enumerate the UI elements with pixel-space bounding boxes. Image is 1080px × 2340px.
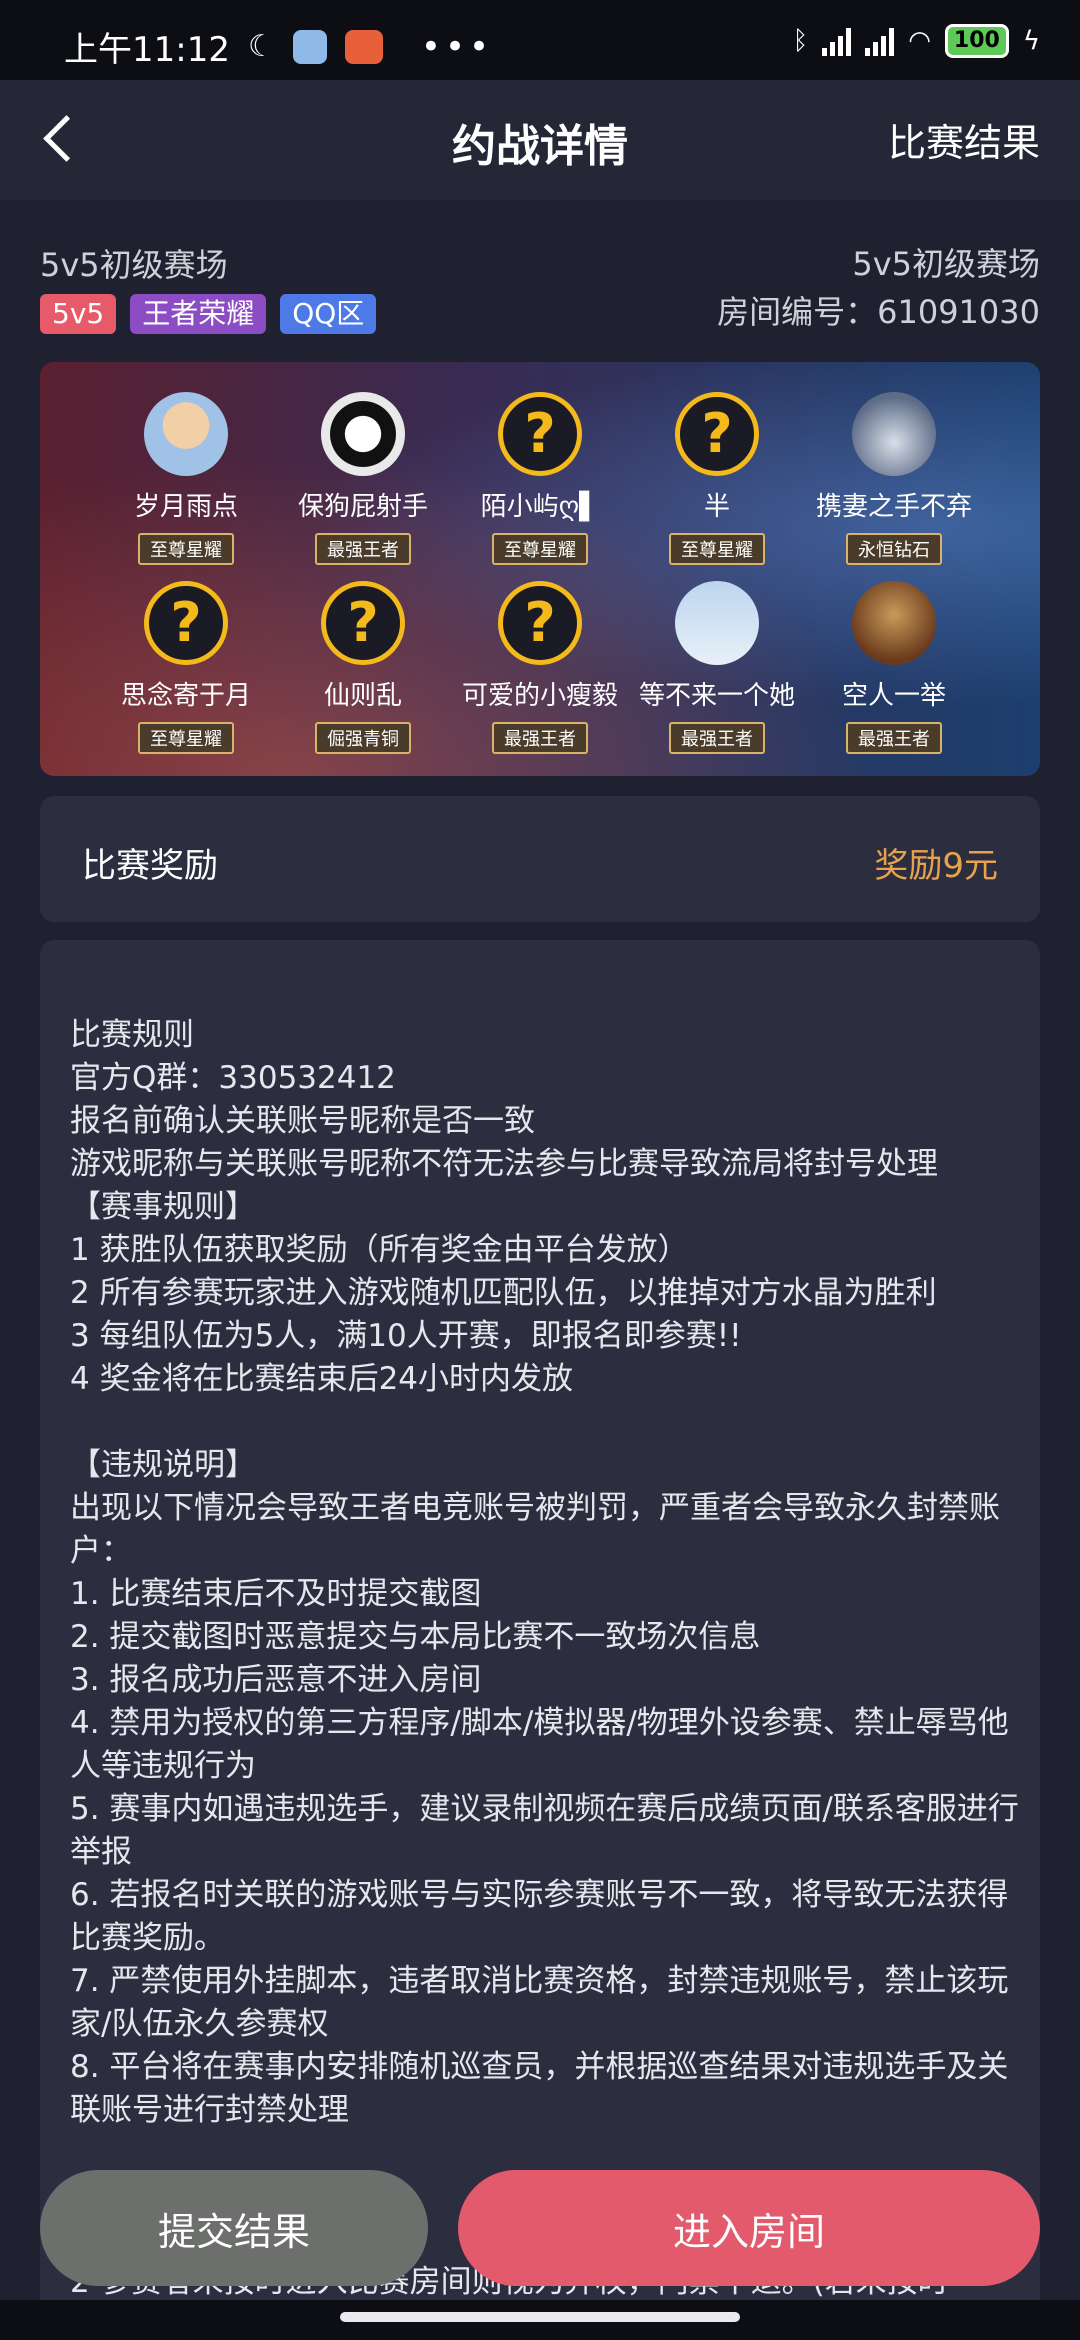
player-card[interactable]: 空人一举 最强王者: [806, 581, 983, 754]
rules-line: 官方Q群：330532412: [70, 1060, 396, 1096]
reward-value: 奖励9元: [874, 846, 998, 886]
question-mark-icon: [498, 392, 582, 476]
charging-icon: ϟ: [1022, 26, 1040, 56]
player-card[interactable]: 陌小屿ღ▌ 至尊星耀: [452, 392, 629, 565]
rules-card: 比赛规则 官方Q群：330532412 报名前确认关联账号昵称是否一致 游戏昵称…: [40, 940, 1040, 2340]
player-name: 思念寄于月: [120, 681, 251, 711]
submit-result-button[interactable]: 提交结果: [40, 2170, 428, 2286]
rank-badge: 至尊星耀: [138, 722, 234, 754]
player-card[interactable]: 携妻之手不弃 永恒钻石: [806, 392, 983, 565]
rules-text: 比赛规则 官方Q群：330532412 报名前确认关联账号昵称是否一致 游戏昵称…: [70, 1014, 1020, 2304]
signal-icon-2: [865, 26, 895, 56]
player-card[interactable]: 岁月雨点 至尊星耀: [98, 392, 275, 565]
avatar: [852, 392, 936, 476]
rules-spacer: [70, 1401, 1020, 1444]
players-panel: 岁月雨点 至尊星耀 保狗屁射手 最强王者 陌小屿ღ▌ 至尊星耀 半 至尊星耀 携…: [40, 362, 1040, 776]
question-mark-icon: [321, 581, 405, 665]
rules-line: 5. 赛事内如遇违规选手，建议录制视频在赛后成绩页面/联系客服进行举报: [70, 1791, 1019, 1870]
player-card[interactable]: 半 至尊星耀: [629, 392, 806, 565]
player-card[interactable]: 等不来一个她 最强王者: [629, 581, 806, 754]
rank-badge: 最强王者: [846, 722, 942, 754]
rules-line: 2. 提交截图时恶意提交与本局比赛不一致场次信息: [70, 1619, 761, 1655]
rules-line: 报名前确认关联账号昵称是否一致: [70, 1103, 535, 1139]
tag-list: 5v5 王者荣耀 QQ区: [40, 294, 377, 334]
more-notifications-icon: •••: [420, 26, 494, 67]
rank-badge: 至尊星耀: [138, 533, 234, 565]
tag-region: QQ区: [280, 294, 377, 334]
rules-line: 2 所有参赛玩家进入游戏随机匹配队伍，以推掉对方水晶为胜利: [70, 1275, 937, 1311]
rules-line: 4 奖金将在比赛结束后24小时内发放: [70, 1361, 574, 1397]
rules-line: 1. 比赛结束后不及时提交截图: [70, 1576, 482, 1612]
avatar: [144, 392, 228, 476]
header: 约战详情 比赛结果: [0, 80, 1080, 200]
rules-line: 【违规说明】: [70, 1447, 256, 1483]
enter-room-button[interactable]: 进入房间: [458, 2170, 1040, 2286]
player-name: 空人一举: [841, 681, 946, 711]
room-info: 5v5初级赛场 房间编号：61091030: [717, 240, 1040, 336]
player-name: 携妻之手不弃: [815, 492, 972, 522]
arena-name-right: 5v5初级赛场: [852, 245, 1040, 283]
rules-line: 6. 若报名时关联的游戏账号与实际参赛账号不一致，将导致无法获得比赛奖励。: [70, 1877, 1009, 1956]
rules-line: 比赛规则: [70, 1017, 194, 1053]
reward-card: 比赛奖励 奖励9元: [40, 796, 1040, 922]
app-notification-icon: [292, 29, 327, 64]
status-time: 上午11:12: [64, 30, 230, 70]
rules-spacer: [70, 2132, 1020, 2175]
app-notification-icon-2: [344, 29, 383, 64]
reward-label: 比赛奖励: [82, 846, 218, 886]
player-name: 岁月雨点: [133, 492, 238, 522]
rank-badge: 最强王者: [315, 533, 411, 565]
player-name: 保狗屁射手: [297, 492, 428, 522]
tag-game: 王者荣耀: [130, 294, 267, 334]
arena-name: 5v5初级赛场: [40, 246, 228, 284]
rules-line: 8. 平台将在赛事内安排随机巡查员，并根据巡查结果对违规选手及关联账号进行封禁处…: [70, 2049, 1009, 2128]
room-number: 房间编号：61091030: [717, 293, 1040, 331]
rules-line: 7. 严禁使用外挂脚本，违者取消比赛资格，封禁违规账号，禁止该玩家/队伍永久参赛…: [70, 1963, 1009, 2042]
avatar: [852, 581, 936, 665]
player-name: 仙则乱: [323, 681, 402, 711]
rank-badge: 永恒钻石: [846, 533, 942, 565]
rank-badge: 倔强青铜: [315, 722, 411, 754]
tag-mode: 5v5: [40, 294, 117, 334]
avatar: [675, 581, 759, 665]
player-name: 等不来一个她: [638, 681, 795, 711]
match-result-link[interactable]: 比赛结果: [888, 112, 1040, 167]
rules-line: 1 获胜队伍获取奖励（所有奖金由平台发放）: [70, 1232, 689, 1268]
rules-line: 3. 报名成功后恶意不进入房间: [70, 1662, 482, 1698]
player-name: 半: [703, 492, 730, 522]
bluetooth-icon: ᛒ: [792, 26, 809, 56]
avatar: [321, 392, 405, 476]
rank-badge: 至尊星耀: [669, 533, 765, 565]
player-name: 陌小屿ღ▌: [480, 492, 600, 522]
rank-badge: 至尊星耀: [492, 533, 588, 565]
wifi-icon: ◠: [908, 26, 931, 56]
rank-badge: 最强王者: [669, 722, 765, 754]
player-card[interactable]: 思念寄于月 至尊星耀: [98, 581, 275, 754]
question-mark-icon: [498, 581, 582, 665]
rules-line: 4. 禁用为授权的第三方程序/脚本/模拟器/物理外设参赛、禁止辱骂他人等违规行为: [70, 1705, 1009, 1784]
rules-line: 出现以下情况会导致王者电竞账号被判罚，严重者会导致永久封禁账户：: [70, 1490, 1000, 1569]
question-mark-icon: [675, 392, 759, 476]
player-card[interactable]: 保狗屁射手 最强王者: [275, 392, 452, 565]
player-name: 可爱的小瘦毅: [461, 681, 618, 711]
status-bar: 上午11:12 ☾ ••• ᛒ ◠ 100 ϟ: [0, 0, 1080, 80]
player-card[interactable]: 可爱的小瘦毅 最强王者: [452, 581, 629, 754]
battery-icon: 100: [944, 24, 1009, 58]
rules-line: 游戏昵称与关联账号昵称不符无法参与比赛导致流局将封号处理: [70, 1146, 938, 1182]
home-indicator[interactable]: [340, 2312, 740, 2322]
rank-badge: 最强王者: [492, 722, 588, 754]
player-card[interactable]: 仙则乱 倔强青铜: [275, 581, 452, 754]
question-mark-icon: [144, 581, 228, 665]
rules-line: 3 每组队伍为5人，满10人开赛，即报名即参赛!!: [70, 1318, 742, 1354]
rules-line: 【赛事规则】: [70, 1189, 256, 1225]
moon-icon: ☾: [247, 29, 275, 64]
signal-icon: [822, 26, 852, 56]
